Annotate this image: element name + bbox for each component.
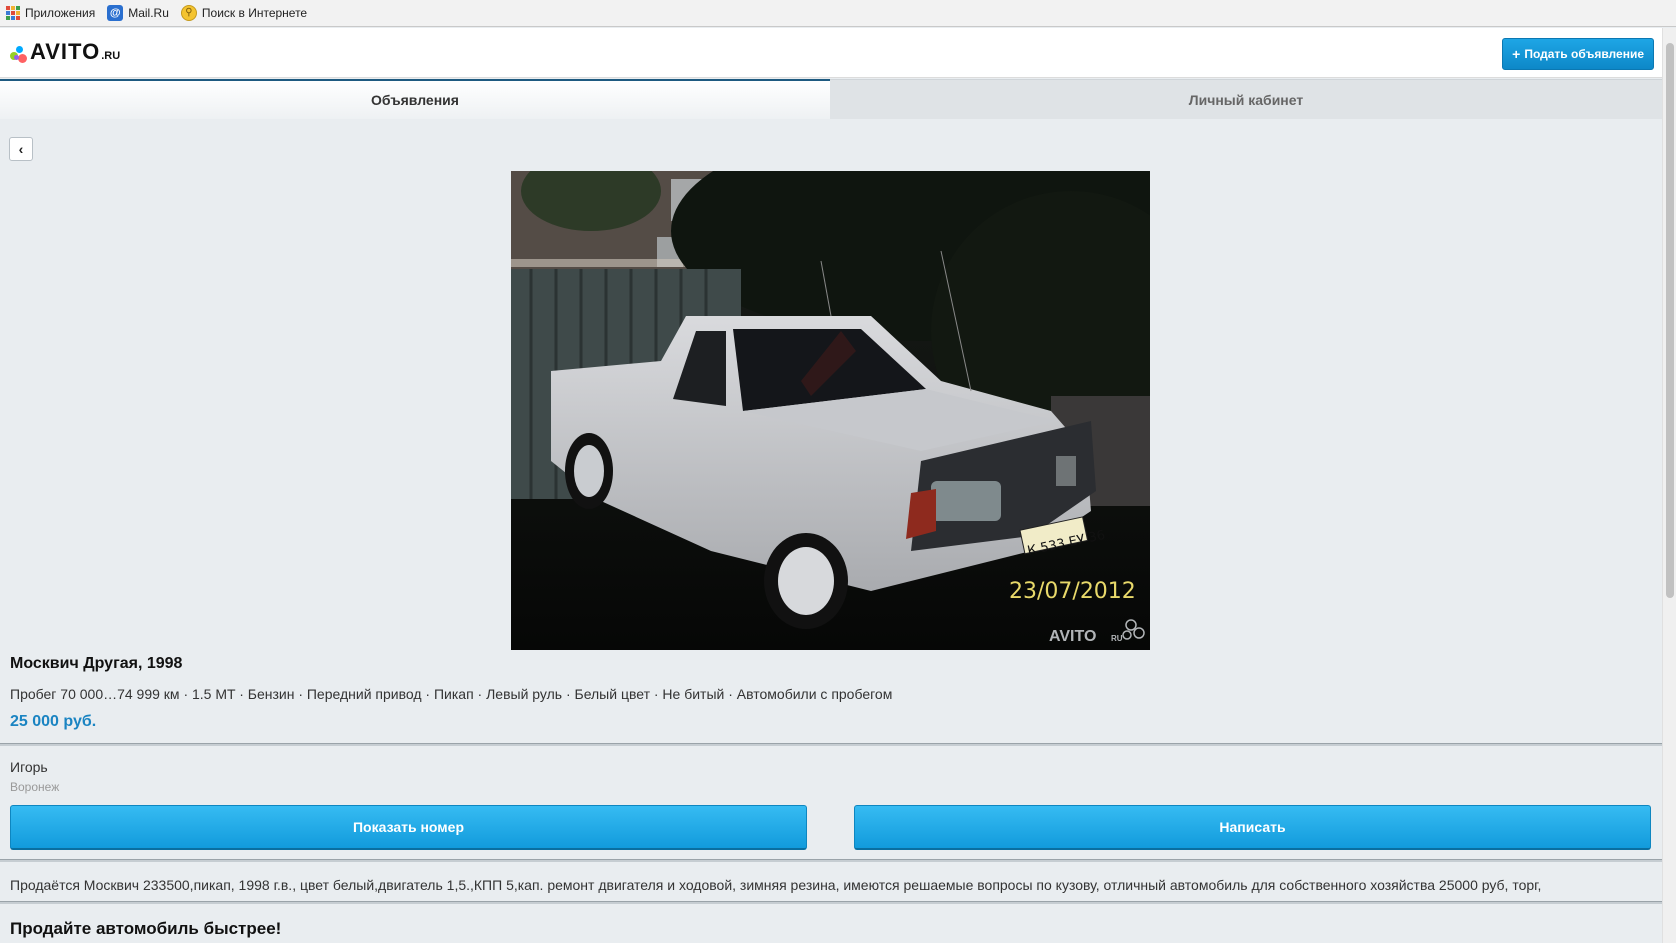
- site-header: AVITO .RU + Подать объявление: [0, 28, 1662, 78]
- bookmark-apps[interactable]: Приложения: [6, 6, 95, 20]
- section-divider: [0, 901, 1662, 904]
- bookmark-web-search[interactable]: ⚲ Поиск в Интернете: [180, 5, 308, 21]
- tab-account[interactable]: Личный кабинет: [830, 79, 1662, 119]
- main-tabs: Объявления Личный кабинет: [0, 79, 1662, 119]
- listing-price: 25 000 руб.: [10, 713, 97, 730]
- chevron-left-icon: ‹: [18, 141, 24, 157]
- section-divider: [0, 859, 1662, 862]
- photo-watermark: AVITO: [1049, 628, 1096, 645]
- write-message-label: Написать: [1219, 819, 1286, 835]
- bookmark-label: Mail.Ru: [128, 6, 169, 20]
- page-scrollbar[interactable]: [1662, 28, 1676, 943]
- logo-text: AVITO: [30, 39, 101, 64]
- mail-ru-icon: @: [107, 5, 124, 21]
- post-ad-button[interactable]: + Подать объявление: [1502, 38, 1654, 70]
- section-divider: [0, 743, 1662, 746]
- write-message-button[interactable]: Написать: [854, 805, 1651, 850]
- scrollbar-thumb[interactable]: [1666, 43, 1674, 598]
- logo-suffix: .RU: [101, 50, 121, 62]
- tab-label: Личный кабинет: [1188, 91, 1304, 108]
- seller-name: Игорь: [10, 759, 48, 775]
- avito-logo[interactable]: AVITO .RU: [10, 41, 120, 63]
- apps-grid-icon: [6, 6, 20, 20]
- bookmarks-bar: Приложения @ Mail.Ru ⚲ Поиск в Интернете: [0, 0, 1676, 27]
- bookmark-label: Приложения: [25, 6, 96, 20]
- search-icon: ⚲: [180, 5, 197, 21]
- bookmark-mail-ru[interactable]: @ Mail.Ru: [107, 5, 169, 21]
- avito-logo-icon: [10, 45, 28, 63]
- seller-city: Воронеж: [10, 780, 60, 794]
- show-number-button[interactable]: Показать номер: [10, 805, 807, 850]
- listing-specs: Пробег 70 000…74 999 км · 1.5 MT · Бензи…: [10, 686, 893, 702]
- show-number-label: Показать номер: [352, 819, 464, 835]
- post-ad-label: Подать объявление: [1524, 47, 1644, 61]
- bookmark-label: Поиск в Интернете: [201, 6, 308, 20]
- photo-watermark-suffix: RU: [1111, 634, 1123, 643]
- listing-description: Продаётся Москвич 233500,пикап, 1998 г.в…: [10, 877, 1542, 893]
- tab-label: Объявления: [371, 92, 459, 108]
- listing-photo[interactable]: К 533 ЕУ 36 23/07/2012 AVITO RU: [511, 171, 1150, 650]
- plus-icon: +: [1512, 46, 1521, 62]
- photo-date-stamp: 23/07/2012: [1009, 579, 1136, 604]
- tab-listings[interactable]: Объявления: [0, 79, 830, 119]
- listing-title: Москвич Другая, 1998: [10, 655, 183, 672]
- back-button[interactable]: ‹: [9, 137, 33, 161]
- promo-heading: Продайте автомобиль быстрее!: [10, 919, 282, 938]
